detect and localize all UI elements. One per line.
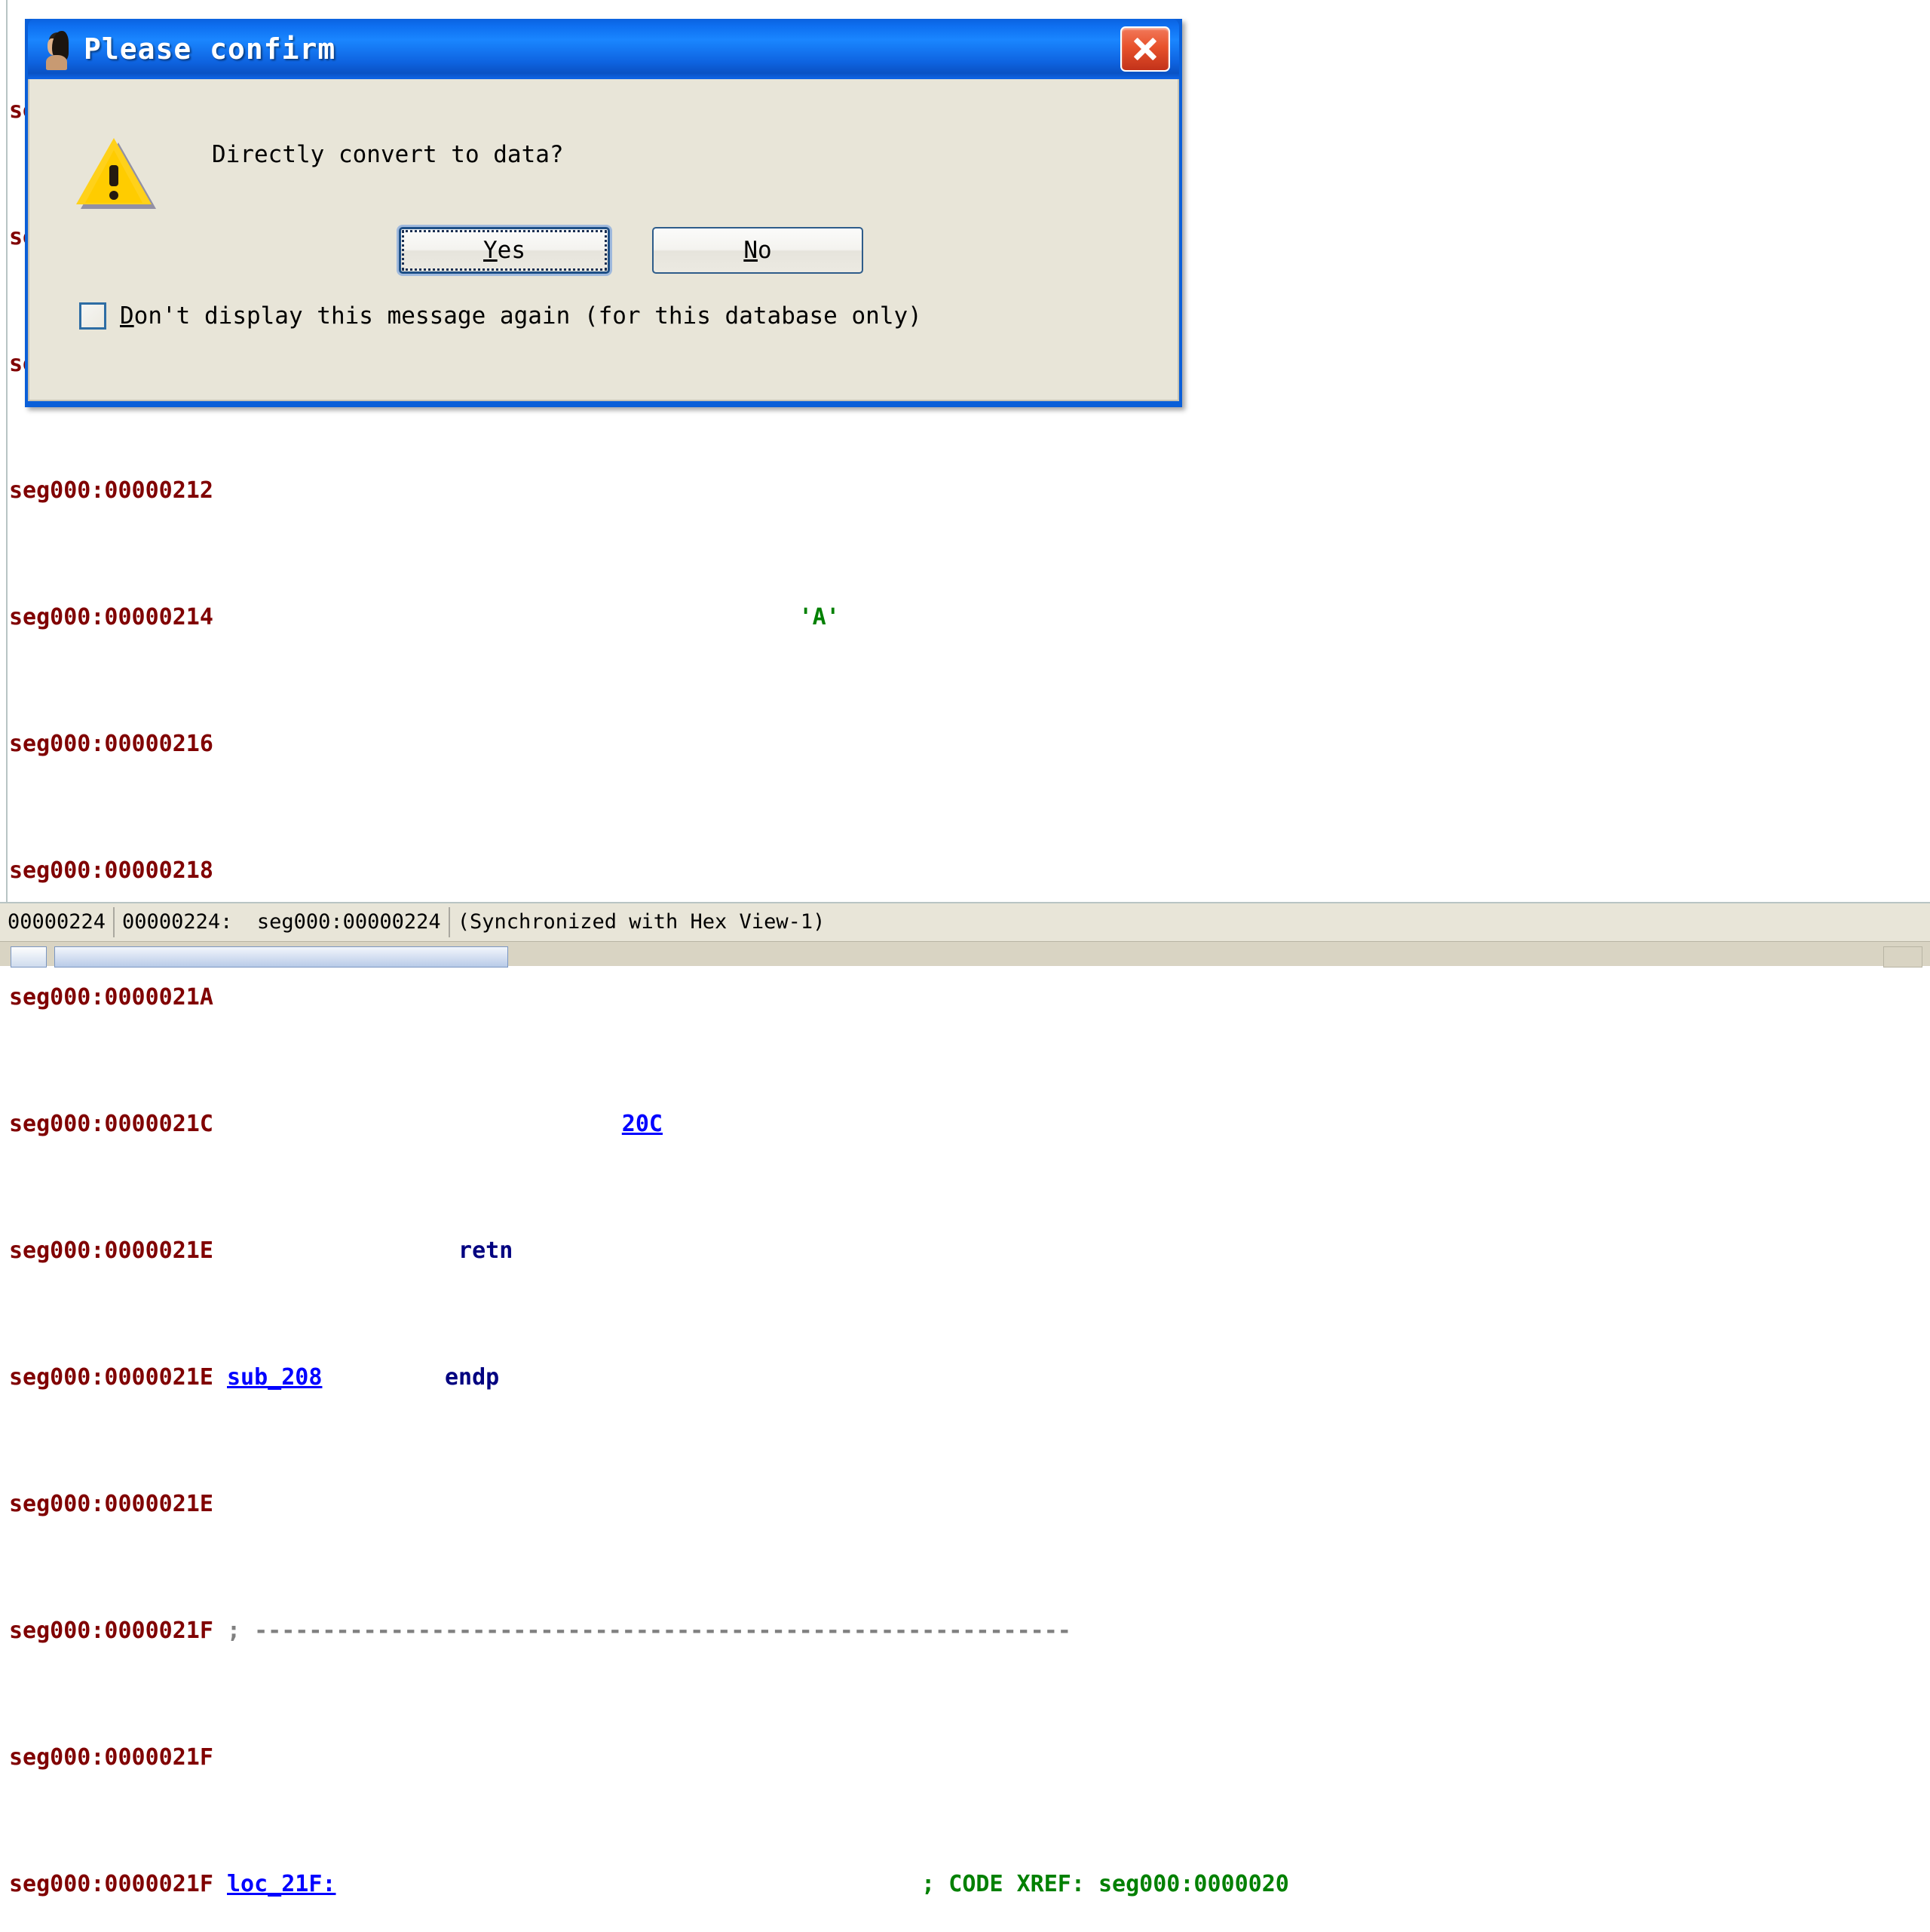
- line-address: seg000:0000021A: [9, 984, 213, 1010]
- disassembly-gutter: [0, 0, 8, 902]
- disassembly-line[interactable]: seg000:0000021F ; ----------------------…: [9, 1615, 1930, 1647]
- line-address: seg000:0000021E: [9, 1237, 213, 1264]
- line-comment: ; --------------------------------------…: [227, 1618, 1071, 1644]
- line-address: seg000:00000218: [9, 857, 213, 884]
- checkbox-accel: D: [120, 302, 134, 330]
- dialog-body: Directly convert to data? Yes No Don't d…: [28, 79, 1179, 401]
- disassembly-line[interactable]: seg000:00000216: [9, 728, 1930, 760]
- line-address: seg000:00000212: [9, 477, 213, 504]
- line-mnemonic: retn: [458, 1237, 513, 1264]
- line-gap2: [336, 1871, 922, 1897]
- no-button-accel: N: [743, 237, 758, 264]
- line-operands[interactable]: 20C: [622, 1111, 663, 1137]
- line-address: seg000:0000021C: [9, 1111, 213, 1137]
- disassembly-line[interactable]: seg000:00000212: [9, 475, 1930, 507]
- line-address: seg000:0000021E: [9, 1491, 213, 1517]
- disassembly-line[interactable]: seg000:0000021E sub_208 endp: [9, 1362, 1930, 1394]
- disassembly-line[interactable]: seg000:0000021E retn: [9, 1235, 1930, 1267]
- line-address: seg000:00000214: [9, 604, 213, 630]
- line-gap2: [322, 1364, 445, 1391]
- tab-ida-view-a[interactable]: [54, 946, 508, 968]
- disassembly-line[interactable]: seg000:0000021E: [9, 1489, 1930, 1520]
- ida-woman-icon: [40, 29, 76, 70]
- line-address: seg000:0000021E: [9, 1364, 213, 1391]
- line-comment: 'A': [798, 604, 840, 630]
- yes-button-label: es: [497, 237, 525, 264]
- dialog-message: Directly convert to data?: [212, 141, 564, 168]
- status-offset: 00000224: [0, 907, 115, 937]
- disassembly-line[interactable]: seg000:0000021F loc_21F: ; CODE XREF: se…: [9, 1869, 1930, 1900]
- disassembly-line[interactable]: seg000:00000214 'A': [9, 602, 1930, 633]
- bottom-tab-strip[interactable]: [0, 941, 1930, 968]
- status-bar: 00000224 00000224: seg000:00000224 (Sync…: [0, 902, 1930, 941]
- line-address: seg000:0000021F: [9, 1871, 213, 1897]
- dont-display-again-label[interactable]: Don't display this message again (for th…: [120, 302, 922, 330]
- line-address: seg000:0000021F: [9, 1744, 213, 1771]
- confirm-dialog[interactable]: Please confirm Directly convert to data?…: [25, 19, 1182, 407]
- status-sync-note: (Synchronized with Hex View-1): [457, 910, 826, 934]
- no-button-label: o: [758, 237, 772, 264]
- dialog-button-row: Yes No: [29, 227, 1178, 287]
- line-address: seg000:00000216: [9, 731, 213, 757]
- disassembly-line[interactable]: seg000:0000021A: [9, 982, 1930, 1014]
- status-position: 00000224: seg000:00000224: [115, 907, 450, 937]
- disassembly-line[interactable]: seg000:00000218: [9, 855, 1930, 887]
- close-icon[interactable]: [1120, 26, 1170, 72]
- disassembly-line[interactable]: seg000:0000021F: [9, 1742, 1930, 1774]
- dont-display-again-row[interactable]: Don't display this message again (for th…: [79, 302, 922, 330]
- disassembly-line[interactable]: seg000:0000021C 20C: [9, 1109, 1930, 1140]
- line-mnemonic: endp: [445, 1364, 500, 1391]
- checkbox-label-text: on't display this message again (for thi…: [133, 302, 922, 330]
- dialog-title-bar[interactable]: Please confirm: [28, 19, 1179, 79]
- line-address: seg000:0000021F: [9, 1618, 213, 1644]
- dialog-title: Please confirm: [84, 32, 336, 66]
- tab-scroll-button[interactable]: [11, 946, 47, 968]
- warning-triangle-icon: [76, 138, 156, 209]
- tab-overflow[interactable]: [1883, 946, 1922, 968]
- line-label[interactable]: sub_208: [227, 1364, 322, 1391]
- yes-button-accel: Y: [483, 237, 498, 264]
- line-label[interactable]: loc_21F:: [227, 1871, 336, 1897]
- dont-display-again-checkbox[interactable]: [79, 302, 106, 330]
- yes-button[interactable]: Yes: [399, 227, 610, 274]
- line-comment: ; CODE XREF: seg000:0000020: [921, 1871, 1289, 1897]
- no-button[interactable]: No: [652, 227, 863, 274]
